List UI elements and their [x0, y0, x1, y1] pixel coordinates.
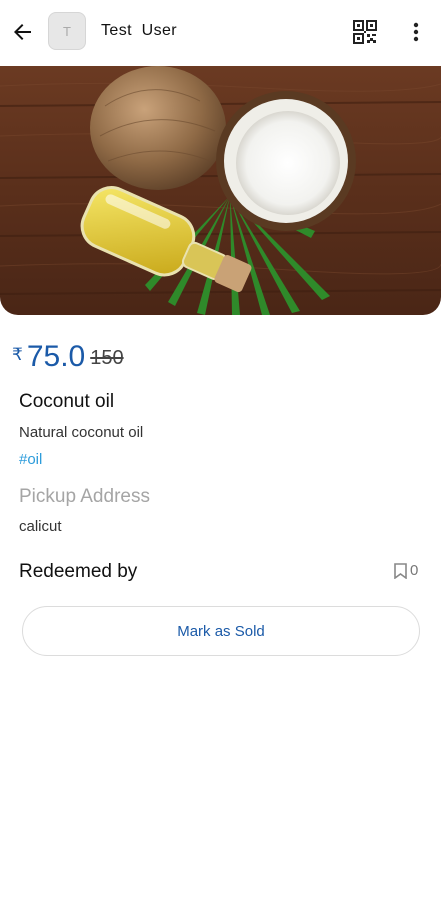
qr-code-icon [353, 20, 377, 44]
product-image [0, 66, 441, 315]
pickup-address-label: Pickup Address [19, 486, 150, 507]
back-button[interactable] [6, 16, 38, 48]
price-row: ₹ 75.0 150 [12, 338, 124, 374]
pickup-address-value: calicut [19, 518, 62, 535]
avatar-initial: T [63, 23, 71, 39]
more-options-button[interactable] [404, 18, 428, 46]
original-price: 150 [90, 347, 124, 369]
product-tag[interactable]: #oil [19, 451, 42, 468]
redeemed-count-value: 0 [410, 562, 419, 579]
qr-code-button[interactable] [353, 20, 377, 44]
app-header: T Test User [0, 0, 441, 64]
avatar[interactable]: T [48, 12, 86, 50]
product-title: Coconut oil [19, 391, 115, 412]
bookmark-icon [394, 562, 407, 579]
coconut-oil-photo [0, 66, 441, 315]
redeemed-by-label: Redeemed by [19, 561, 138, 582]
product-description: Natural coconut oil [19, 424, 144, 441]
current-price: 75.0 [26, 340, 86, 373]
back-arrow-icon [14, 24, 31, 40]
more-vert-icon [413, 22, 419, 42]
mark-as-sold-button[interactable]: Mark as Sold [22, 606, 420, 656]
currency-symbol: ₹ [12, 345, 23, 364]
redeemed-count[interactable]: 0 [394, 562, 418, 579]
user-name: Test User [101, 22, 178, 39]
